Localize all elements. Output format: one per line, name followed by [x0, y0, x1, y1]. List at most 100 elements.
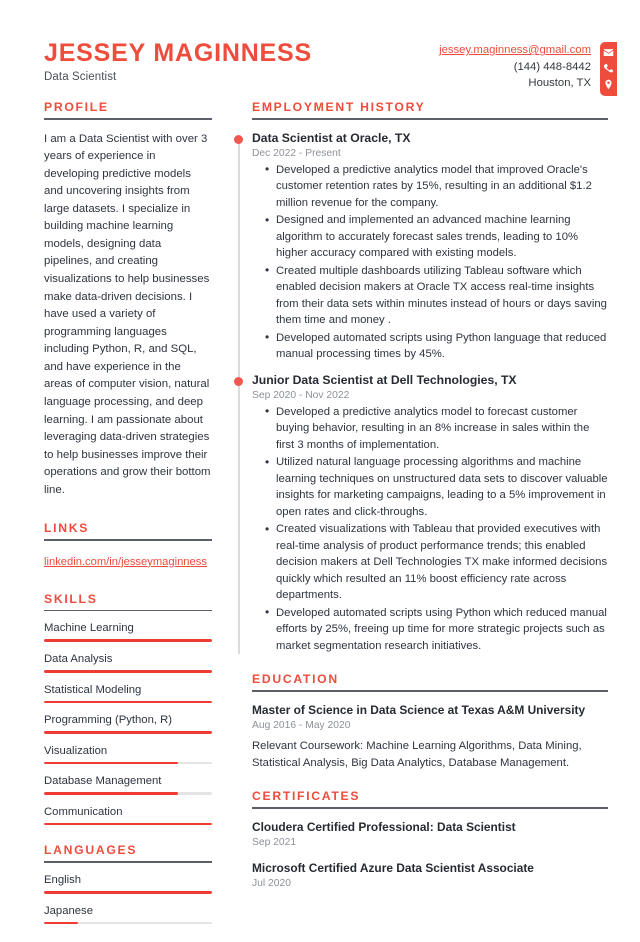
employment-bullet: Designed and implemented an advanced mac…	[265, 212, 608, 261]
resume-page: JESSEY MAGINNESS Data Scientist jessey.m…	[0, 0, 640, 925]
skill-level-fill	[44, 700, 212, 704]
language-label: English	[44, 873, 82, 886]
skill-item: Database Management	[44, 775, 212, 795]
skill-level-fill	[44, 669, 212, 673]
skills-heading-group: SKILLS	[44, 592, 212, 612]
employment-entry: Data Scientist at Oracle, TX Dec 2022 - P…	[233, 130, 608, 363]
resume-header: JESSEY MAGINNESS Data Scientist jessey.m…	[0, 0, 640, 100]
email-link[interactable]: jessey.maginness@gmail.com	[439, 42, 591, 59]
section-skills: SKILLS Machine Learning Data Analysis Stat…	[44, 592, 212, 826]
section-education: EDUCATION Master of Science in Data Scie…	[252, 672, 608, 771]
skill-level-track	[44, 792, 212, 795]
link-item-linkedin[interactable]: linkedin.com/in/jesseymaginness	[44, 556, 207, 568]
section-title-links: LINKS	[44, 521, 90, 536]
employment-bullet: Developed a predictive analytics model t…	[265, 403, 608, 453]
divider	[44, 609, 212, 612]
skill-level-track	[44, 822, 212, 826]
divider	[252, 807, 608, 809]
contact-details: jessey.maginness@gmail.com (144) 448-844…	[439, 42, 600, 92]
divider	[44, 861, 212, 863]
education-dates: Aug 2016 - May 2020	[252, 720, 351, 732]
profile-heading-group: PROFILE	[44, 100, 212, 120]
skill-level-fill	[44, 761, 179, 765]
skill-item: Visualization	[44, 745, 212, 765]
certificate-title: Cloudera Certified Professional: Data Sc…	[252, 819, 516, 834]
certificates-list: Cloudera Certified Professional: Data Sc…	[252, 820, 608, 890]
section-profile: PROFILE I am a Data Scientist with over …	[44, 100, 212, 499]
phone-number: (144) 448-8442	[513, 60, 591, 73]
right-column: EMPLOYMENT HISTORY Data Scientist at Ora…	[230, 100, 608, 942]
employment-bullet: Developed automated scripts using Python…	[265, 329, 608, 363]
divider	[44, 539, 212, 541]
education-list: Master of Science in Data Science at Tex…	[252, 703, 608, 771]
employment-role: Data Scientist at Oracle, TX	[252, 130, 411, 145]
skill-item: Machine Learning	[44, 622, 212, 642]
certificate-entry: Microsoft Certified Azure Data Scientist…	[252, 861, 608, 889]
skill-item: Programming (Python, R)	[44, 714, 212, 734]
skill-level-fill	[44, 639, 212, 642]
languages-list: English Japanese	[44, 874, 212, 925]
certificate-dates: Jul 2020	[252, 878, 291, 890]
divider	[252, 118, 608, 120]
section-employment: EMPLOYMENT HISTORY Data Scientist at Ora…	[233, 100, 608, 655]
education-title: Master of Science in Data Science at Tex…	[252, 702, 586, 717]
skill-level-track	[44, 700, 212, 704]
education-entry: Master of Science in Data Science at Tex…	[252, 703, 608, 771]
skill-level-fill	[44, 731, 212, 734]
skill-label: Database Management	[44, 775, 162, 788]
contact-block: jessey.maginness@gmail.com (144) 448-844…	[439, 36, 640, 96]
language-level-fill	[44, 890, 212, 894]
language-item: Japanese	[44, 905, 212, 925]
certificate-entry: Cloudera Certified Professional: Data Sc…	[252, 820, 608, 848]
employment-bullet: Developed automated scripts using Python…	[265, 604, 608, 654]
section-links: LINKS linkedin.com/in/jesseymaginness	[44, 521, 212, 570]
employment-bullet: Created multiple dashboards utilizing Ta…	[265, 262, 608, 329]
employment-bullet-list: Developed a predictive analytics model t…	[252, 403, 608, 654]
section-title-languages: LANGUAGES	[44, 843, 138, 858]
skill-level-fill	[44, 822, 212, 826]
skill-label: Programming (Python, R)	[44, 714, 173, 727]
divider	[44, 118, 212, 120]
employment-bullet-list: Developed a predictive analytics model t…	[252, 161, 608, 363]
skill-label: Statistical Modeling	[44, 683, 142, 696]
skill-label: Data Analysis	[44, 652, 113, 665]
skill-item: Data Analysis	[44, 653, 212, 673]
page-title: JESSEY MAGINNESS	[44, 39, 312, 67]
left-column: PROFILE I am a Data Scientist with over …	[44, 100, 230, 942]
section-languages: LANGUAGES English Japanese	[44, 843, 212, 925]
certificates-heading-group: CERTIFICATES	[252, 789, 608, 809]
section-title-education: EDUCATION	[252, 672, 339, 687]
skill-level-track	[44, 731, 212, 734]
employment-bullet: Utilized natural language processing alg…	[265, 454, 608, 520]
skill-level-fill	[44, 792, 179, 795]
languages-heading-group: LANGUAGES	[44, 843, 212, 863]
skill-level-track	[44, 761, 212, 765]
skill-level-track	[44, 669, 212, 673]
section-certificates: CERTIFICATES Cloudera Certified Professi…	[252, 789, 608, 889]
skill-level-track	[44, 639, 212, 642]
employment-dates: Dec 2022 - Present	[252, 147, 341, 159]
employment-dates: Sep 2020 - Nov 2022	[252, 389, 350, 401]
skill-item: Communication	[44, 806, 212, 826]
education-description: Relevant Coursework: Machine Learning Al…	[252, 740, 582, 769]
resume-body: PROFILE I am a Data Scientist with over …	[0, 100, 640, 942]
map-pin-icon	[603, 79, 614, 90]
employment-timeline: Data Scientist at Oracle, TX Dec 2022 - P…	[233, 130, 608, 655]
employment-heading-group: EMPLOYMENT HISTORY	[252, 100, 608, 120]
skill-item: Statistical Modeling	[44, 684, 212, 704]
education-heading-group: EDUCATION	[252, 672, 608, 692]
language-item: English	[44, 874, 212, 894]
section-title-certificates: CERTIFICATES	[252, 789, 361, 804]
job-title-subtitle: Data Scientist	[44, 71, 117, 84]
certificate-dates: Sep 2021	[252, 836, 297, 848]
divider	[252, 690, 608, 692]
language-level-track	[44, 890, 212, 894]
skill-label: Communication	[44, 805, 123, 818]
location-text: Houston, TX	[528, 77, 591, 90]
section-title-skills: SKILLS	[44, 591, 98, 606]
contact-icon-rail	[600, 42, 617, 96]
language-level-fill	[44, 921, 78, 925]
certificate-title: Microsoft Certified Azure Data Scientist…	[252, 860, 534, 875]
skills-list: Machine Learning Data Analysis Statistical…	[44, 622, 212, 826]
phone-icon	[603, 63, 614, 74]
